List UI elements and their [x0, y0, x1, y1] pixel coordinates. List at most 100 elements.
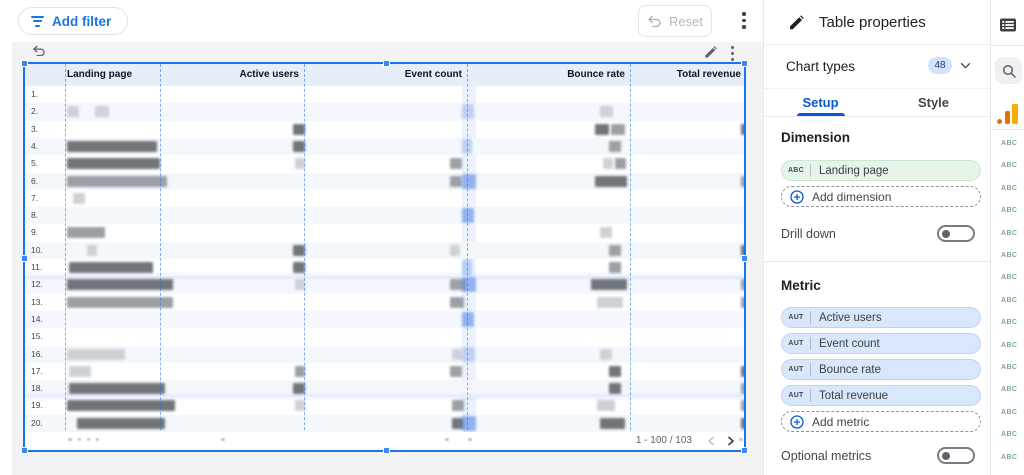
metric-chip-total-revenue[interactable]: AUTTotal revenue — [781, 385, 981, 406]
resize-handle[interactable] — [21, 255, 28, 262]
redacted-cell-value — [597, 297, 623, 308]
field-type-abc-label[interactable]: ABC — [1001, 297, 1017, 304]
table-row: 13. — [25, 294, 744, 311]
table-row: 7. — [25, 190, 744, 207]
optional-metrics-toggle[interactable] — [937, 447, 975, 464]
redacted-cell-value — [450, 297, 464, 308]
app-toolbar: Add filter Reset — [0, 0, 763, 42]
row-number: 12. — [31, 279, 43, 289]
row-number: 17. — [31, 366, 43, 376]
drill-down-toggle[interactable] — [937, 225, 975, 242]
redacted-cell-value — [67, 297, 173, 308]
redacted-cell-value — [603, 158, 613, 169]
dimension-chip[interactable]: ABC Landing page — [781, 160, 981, 181]
field-type-abc-label[interactable]: ABC — [1001, 454, 1017, 461]
column-divider[interactable] — [304, 64, 305, 450]
metric-chip-active-users[interactable]: AUTActive users — [781, 307, 981, 328]
redacted-cell-value — [741, 383, 744, 394]
row-number: 3. — [31, 124, 38, 134]
field-type-abc-label[interactable]: ABC — [1001, 364, 1017, 371]
redacted-summary-value — [78, 438, 81, 441]
data-table-icon[interactable] — [999, 16, 1017, 34]
redacted-cell-value — [600, 349, 612, 360]
add-dimension-button[interactable]: Add dimension — [781, 186, 981, 207]
field-type-abc-label[interactable]: ABC — [1001, 342, 1017, 349]
field-type-abc-label[interactable]: ABC — [1001, 252, 1017, 259]
column-header-active-users[interactable]: Active users — [179, 64, 299, 86]
pagination-range: 1 - 100 / 103 — [636, 432, 692, 450]
row-number: 16. — [31, 349, 43, 359]
field-type-abc-label[interactable]: ABC — [1001, 185, 1017, 192]
column-divider[interactable] — [160, 64, 161, 450]
metric-heading: Metric — [781, 278, 821, 293]
redacted-cell-value — [67, 141, 157, 152]
kebab-menu-icon[interactable] — [742, 12, 746, 29]
column-divider[interactable] — [630, 64, 631, 450]
resize-handle[interactable] — [741, 60, 748, 67]
column-header-event-count[interactable]: Event count — [342, 64, 462, 86]
redacted-cell-value — [67, 349, 125, 360]
search-icon[interactable] — [995, 57, 1022, 84]
metric-chip-event-count[interactable]: AUTEvent count — [781, 333, 981, 354]
dimension-heading: Dimension — [781, 130, 850, 145]
field-type-badge: AUT — [782, 366, 810, 373]
reset-label: Reset — [669, 14, 703, 29]
field-type-abc-label[interactable]: ABC — [1001, 274, 1017, 281]
reset-button[interactable]: Reset — [638, 5, 712, 37]
redacted-cell-value — [67, 158, 160, 169]
redacted-cell-value — [741, 400, 744, 411]
optional-metrics-label: Optional metrics — [781, 449, 871, 463]
table-row: 20. — [25, 415, 744, 432]
field-type-abc-label[interactable]: ABC — [1001, 409, 1017, 416]
add-filter-button[interactable]: Add filter — [18, 7, 128, 35]
redacted-cell-value — [611, 124, 625, 135]
dimension-chip-label: Landing page — [811, 165, 889, 177]
field-type-abc-label[interactable]: ABC — [1001, 319, 1017, 326]
undo-icon[interactable] — [32, 45, 46, 56]
chevron-left-icon[interactable] — [704, 434, 718, 448]
field-type-abc-label[interactable]: ABC — [1001, 162, 1017, 169]
table-body: 1.2.3.4.5.6.7.8.9.10.11.12.13.14.15.16.1… — [25, 86, 744, 432]
resize-handle[interactable] — [21, 447, 28, 454]
resize-handle[interactable] — [741, 255, 748, 262]
chevron-right-icon[interactable] — [724, 434, 738, 448]
resize-handle[interactable] — [21, 60, 28, 67]
column-header-total-revenue[interactable]: Total revenue — [621, 64, 741, 86]
row-number: 1. — [31, 89, 38, 99]
resize-handle[interactable] — [383, 447, 390, 454]
redacted-cell-value — [462, 312, 474, 327]
chart-types-selector[interactable]: Chart types 48 — [764, 46, 990, 88]
column-divider[interactable] — [65, 64, 66, 450]
redacted-cell-value — [87, 245, 97, 256]
redacted-cell-value — [462, 416, 476, 431]
tab-style[interactable]: Style — [877, 89, 990, 116]
properties-panel: Table properties Chart types 48 Setup St… — [763, 0, 990, 475]
resize-handle[interactable] — [383, 60, 390, 67]
pencil-icon[interactable] — [704, 46, 717, 59]
kebab-menu-icon[interactable] — [731, 46, 734, 61]
field-type-abc-label[interactable]: ABC — [1001, 140, 1017, 147]
table-chart[interactable]: Landing pageActive users Event count Bounc… — [23, 62, 746, 452]
field-type-abc-label[interactable]: ABC — [1001, 431, 1017, 438]
row-number: 20. — [31, 418, 43, 428]
chevron-down-icon — [960, 62, 971, 69]
pencil-icon — [788, 15, 804, 31]
redacted-cell-value — [67, 176, 167, 187]
tab-setup[interactable]: Setup — [764, 89, 877, 116]
column-header-bounce-rate[interactable]: Bounce rate — [505, 64, 625, 86]
metric-chip-bounce-rate[interactable]: AUTBounce rate — [781, 359, 981, 380]
field-type-abc-label[interactable]: ABC — [1001, 207, 1017, 214]
redacted-cell-value — [597, 400, 615, 411]
metric-chip-label: Total revenue — [811, 390, 888, 402]
resize-handle[interactable] — [741, 447, 748, 454]
table-row: 2. — [25, 103, 744, 120]
google-analytics-icon[interactable] — [997, 103, 1019, 124]
column-divider[interactable] — [467, 64, 468, 450]
column-header-landing-page[interactable]: Landing page — [67, 64, 187, 86]
redacted-cell-value — [69, 262, 153, 273]
redacted-cell-value — [462, 104, 474, 119]
add-metric-button[interactable]: Add metric — [781, 411, 981, 432]
field-type-abc-label[interactable]: ABC — [1001, 386, 1017, 393]
field-type-abc-label[interactable]: ABC — [1001, 230, 1017, 237]
panel-header: Table properties — [764, 0, 990, 45]
